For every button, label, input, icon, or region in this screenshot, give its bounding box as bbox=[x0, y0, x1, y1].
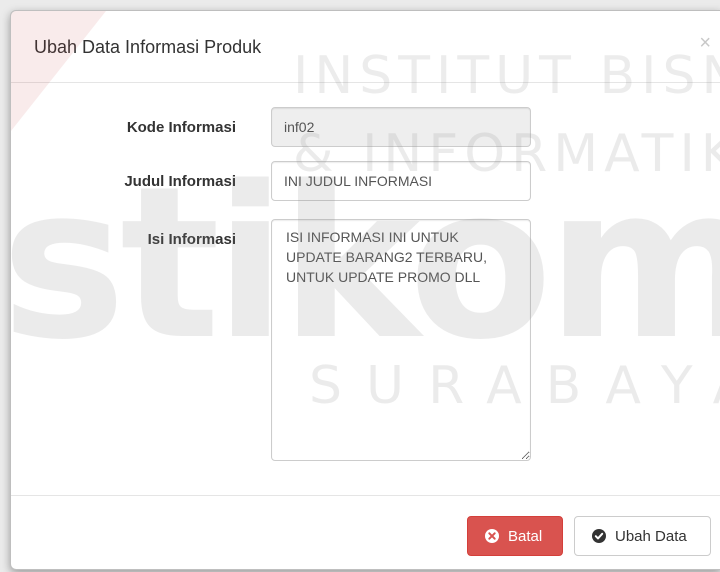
form-row-isi: Isi Informasi ISI INFORMASI INI UNTUK UP… bbox=[11, 219, 720, 463]
modal-header: Ubah Data Informasi Produk × bbox=[11, 11, 720, 83]
kode-informasi-label: Kode Informasi bbox=[126, 119, 236, 136]
close-button[interactable]: × bbox=[699, 33, 711, 53]
judul-informasi-label: Judul Informasi bbox=[124, 173, 236, 190]
modal-title: Ubah Data Informasi Produk bbox=[34, 37, 262, 57]
form-row-judul: Judul Informasi bbox=[11, 161, 720, 201]
submit-button-label: Ubah Data bbox=[615, 527, 687, 545]
check-circle-icon bbox=[592, 529, 606, 543]
isi-informasi-textarea[interactable]: ISI INFORMASI INI UNTUK UPDATE BARANG2 T… bbox=[271, 219, 531, 461]
times-circle-icon bbox=[485, 529, 499, 543]
kode-informasi-input[interactable] bbox=[271, 107, 531, 147]
isi-informasi-label: Isi Informasi bbox=[147, 231, 236, 248]
judul-informasi-input[interactable] bbox=[271, 161, 531, 201]
modal-footer: Batal Ubah Data bbox=[11, 495, 720, 569]
submit-button[interactable]: Ubah Data bbox=[574, 516, 711, 556]
cancel-button[interactable]: Batal bbox=[467, 516, 563, 556]
cancel-button-label: Batal bbox=[508, 527, 543, 545]
form-row-kode: Kode Informasi bbox=[11, 107, 720, 147]
edit-info-modal: Ubah Data Informasi Produk × Kode Inform… bbox=[10, 10, 720, 570]
